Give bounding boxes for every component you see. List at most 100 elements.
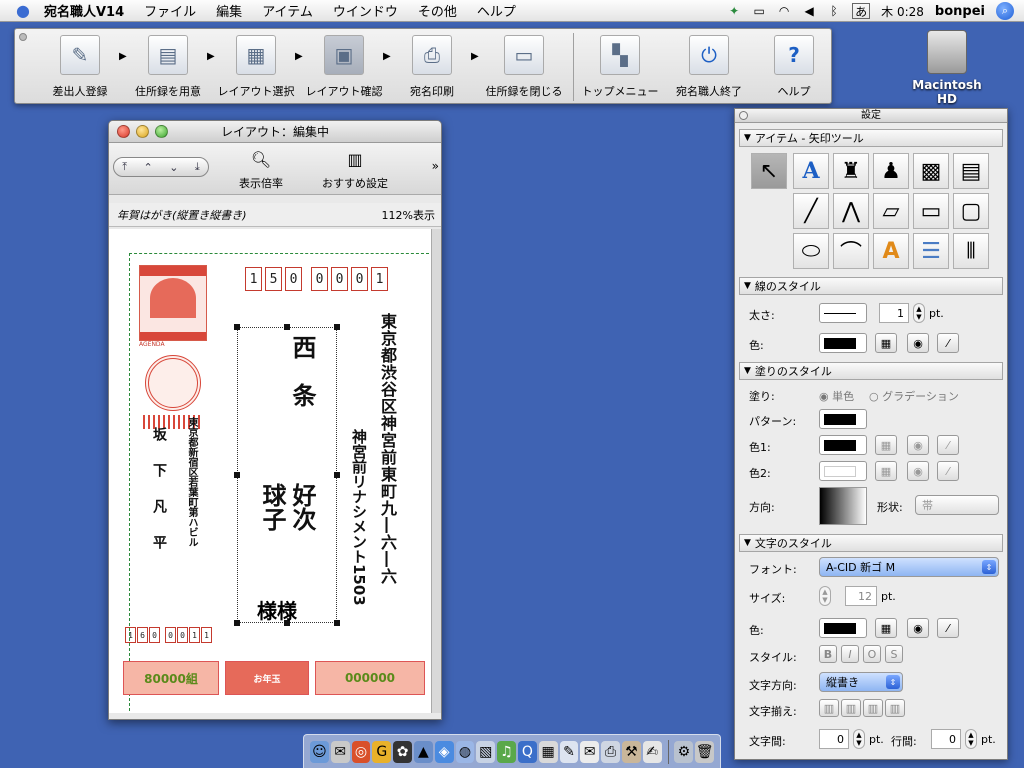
arrow-tool-button[interactable]: ↖ <box>751 153 787 189</box>
display-icon[interactable]: ▭ <box>752 3 766 19</box>
gradient-direction-preview[interactable] <box>819 487 867 525</box>
selection-handle[interactable] <box>234 324 240 330</box>
fill-single-radio[interactable]: ◉ 単色 <box>819 388 854 404</box>
photo-icon[interactable]: ▧ <box>476 740 496 763</box>
table-tool-button[interactable]: ☰ <box>913 233 949 269</box>
menu-other[interactable]: その他 <box>408 1 467 20</box>
close-window-button[interactable] <box>117 125 130 138</box>
recipient-address[interactable]: 東京都渋谷区神宮前東町九―六―六 <box>377 313 397 623</box>
next-record-icon[interactable]: ⌄ <box>169 161 178 174</box>
calendar-icon[interactable]: ▦ <box>538 740 558 763</box>
mail-icon[interactable]: ✉ <box>330 740 350 763</box>
selection-handle[interactable] <box>234 472 240 478</box>
top-menu-button[interactable]: ▚ トップメニュー <box>581 29 659 105</box>
recipient-zip[interactable]: 1 5 0 0 0 0 1 <box>245 267 388 291</box>
size-stepper[interactable]: ▲ ▼ <box>819 586 831 606</box>
thickness-field[interactable]: 1 <box>879 303 909 323</box>
menu-user[interactable]: bonpei <box>935 3 985 19</box>
outline-style-icon[interactable]: O <box>863 645 881 663</box>
menu-help[interactable]: ヘルプ <box>467 1 526 20</box>
vertical-text-tool-button[interactable]: ⫴ <box>953 233 989 269</box>
selection-handle[interactable] <box>334 472 340 478</box>
text-style-header[interactable]: ▼ 文字のスタイル <box>739 534 1003 552</box>
trash-icon[interactable]: 🗑︎ <box>695 740 715 763</box>
textedit-icon[interactable]: ✎ <box>559 740 579 763</box>
polygon-tool-button[interactable]: ▱ <box>873 193 909 229</box>
film-reel-icon[interactable]: ✿ <box>393 740 412 763</box>
recommended-settings-button[interactable]: ▥ おすすめ設定 <box>315 147 395 191</box>
volume-icon[interactable]: ◀ <box>802 3 816 19</box>
preview-icon[interactable]: ▲ <box>413 740 433 763</box>
selection-handle[interactable] <box>234 620 240 626</box>
line-type-popup[interactable] <box>819 303 867 323</box>
menu-window[interactable]: ウインドウ <box>323 1 408 20</box>
color-wheel-icon[interactable]: ◉ <box>907 461 929 481</box>
quicktime-icon[interactable]: Q <box>517 740 537 763</box>
layout-window-titlebar[interactable]: レイアウト：編集中 <box>109 121 441 143</box>
fill-gradient-radio[interactable]: ○ グラデーション <box>869 388 959 404</box>
input-method-icon[interactable]: あ <box>852 3 871 19</box>
palette-grid-icon[interactable]: ▦ <box>875 435 897 455</box>
bold-style-icon[interactable]: B <box>819 645 837 663</box>
line-spacing-field[interactable]: 0 <box>931 729 961 749</box>
eyedropper-icon[interactable]: ⁄ <box>937 435 959 455</box>
color-wheel-icon[interactable]: ◉ <box>907 333 929 353</box>
eyedropper-icon[interactable]: ⁄ <box>937 461 959 481</box>
menu-file[interactable]: ファイル <box>134 1 206 20</box>
thickness-stepper[interactable]: ▲ ▼ <box>913 303 925 323</box>
sender-register-button[interactable]: ✎ 差出人登録 <box>41 29 119 105</box>
item-section-header[interactable]: ▼ アイテム - 矢印ツール <box>739 129 1003 147</box>
apple-menu-icon[interactable]: ● <box>12 0 34 22</box>
eyedropper-icon[interactable]: ⁄ <box>937 333 959 353</box>
shape-popup[interactable]: 帯 <box>915 495 999 515</box>
prepare-addressbook-button[interactable]: ▤ 住所録を用意 <box>129 29 207 105</box>
vertical-scrollbar[interactable] <box>431 229 441 713</box>
italic-style-icon[interactable]: I <box>841 645 859 663</box>
color1-popup[interactable] <box>819 435 867 455</box>
line-tool-button[interactable]: ╱ <box>793 193 829 229</box>
align-top-icon[interactable]: ▥ <box>819 699 839 717</box>
line-style-header[interactable]: ▼ 線のスタイル <box>739 277 1003 295</box>
calendar-tool-button[interactable]: ▤ <box>953 153 989 189</box>
arc-tool-button[interactable]: ⌒ <box>833 233 869 269</box>
menu-clock[interactable]: 木 0:28 <box>881 3 924 19</box>
browser-icon[interactable]: ◎ <box>351 740 371 763</box>
text-color-popup[interactable] <box>819 618 867 638</box>
selection-handle[interactable] <box>334 324 340 330</box>
tool-icon[interactable]: ⚒ <box>621 740 641 763</box>
menu-item[interactable]: アイテム <box>252 1 323 20</box>
music-icon[interactable]: ♫ <box>497 740 516 763</box>
postcard-app-icon[interactable]: ✉ <box>580 740 600 763</box>
text-direction-popup[interactable]: 縦書き ⇕ <box>819 672 903 692</box>
qr-tool-button[interactable]: ▩ <box>913 153 949 189</box>
palette-grid-icon[interactable]: ▦ <box>875 461 897 481</box>
settings-titlebar[interactable]: 設定 <box>735 109 1007 123</box>
ellipse-tool-button[interactable]: ⬭ <box>793 233 829 269</box>
layout-select-button[interactable]: ▦ レイアウト選択 <box>217 29 295 105</box>
selection-handle[interactable] <box>334 620 340 626</box>
char-spacing-field[interactable]: 0 <box>819 729 849 749</box>
image-tool-button[interactable]: ♜ <box>833 153 869 189</box>
pattern-popup[interactable] <box>819 409 867 429</box>
menu-edit[interactable]: 編集 <box>206 1 252 20</box>
polyline-tool-button[interactable]: ⋀ <box>833 193 869 229</box>
prev-record-icon[interactable]: ⌃ <box>144 161 153 174</box>
font-popup[interactable]: A-CID 新ゴ M ⇕ <box>819 557 999 577</box>
selection-handle[interactable] <box>284 324 290 330</box>
rectangle-tool-button[interactable]: ▭ <box>913 193 949 229</box>
align-bottom-icon[interactable]: ▥ <box>863 699 883 717</box>
fill-style-header[interactable]: ▼ 塗りのスタイル <box>739 362 1003 380</box>
quit-app-button[interactable]: ⏻ 宛名職人終了 <box>667 29 751 105</box>
sender-address[interactable]: 東京都新宿区若葉町第ハビル <box>185 417 197 567</box>
help-button[interactable]: ? ヘルプ <box>761 29 827 105</box>
first-record-icon[interactable]: ⤒ <box>122 160 127 174</box>
pen-document-icon[interactable]: ✍ <box>642 740 662 763</box>
wifi-icon[interactable]: ◠ <box>777 3 791 19</box>
printer-icon[interactable]: ⎙ <box>601 740 620 763</box>
system-prefs-icon[interactable]: ⚙ <box>674 740 694 763</box>
color-wheel-icon[interactable]: ◉ <box>907 618 929 638</box>
spotlight-icon[interactable]: ⌕ <box>996 2 1014 20</box>
char-spacing-stepper[interactable]: ▲ ▼ <box>853 729 865 749</box>
g-app-icon[interactable]: G <box>372 740 392 763</box>
overflow-chevron-icon[interactable]: » <box>432 159 439 173</box>
